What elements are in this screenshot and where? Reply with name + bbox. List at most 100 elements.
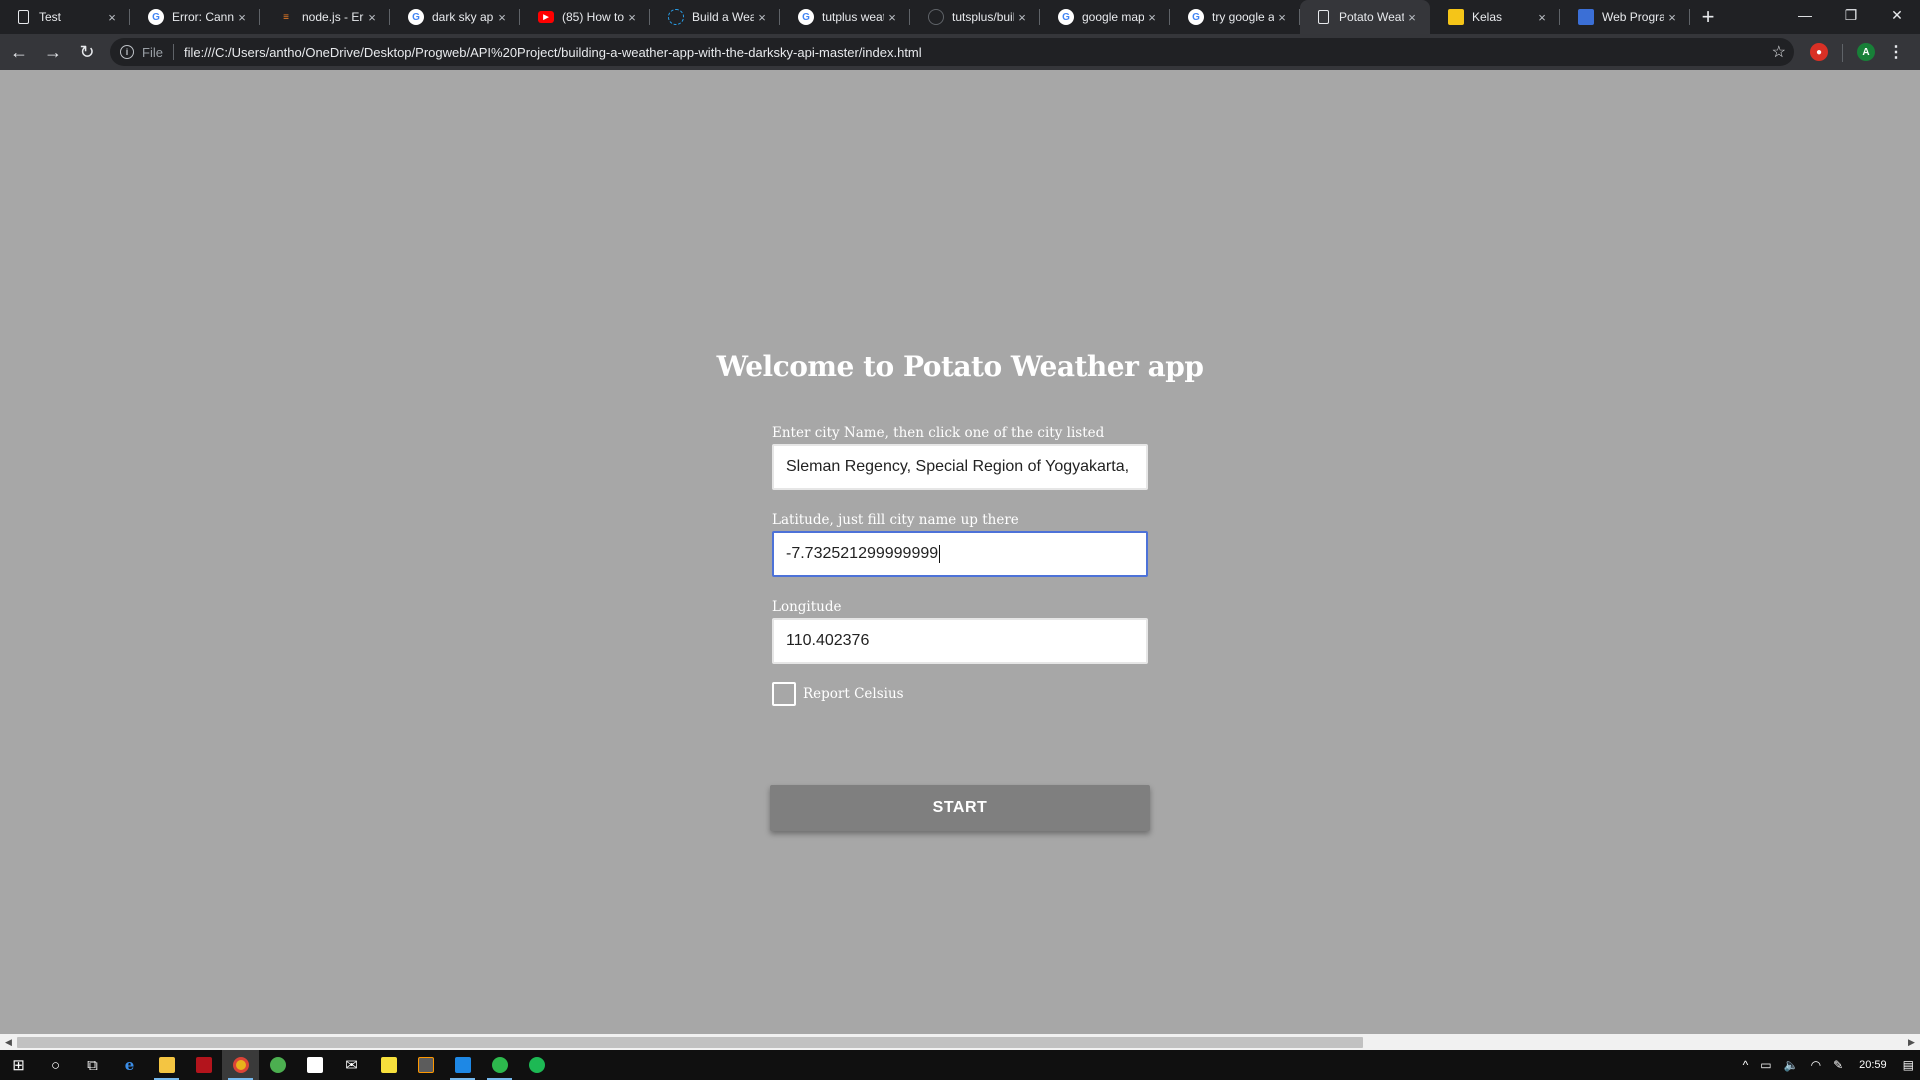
start-button[interactable]: START	[770, 785, 1150, 831]
horizontal-scrollbar[interactable]: ◀ ▶	[0, 1034, 1920, 1051]
google-icon: G	[798, 9, 814, 25]
google-icon: G	[148, 9, 164, 25]
city-label: Enter city Name, then click one of the c…	[772, 425, 1105, 441]
doc-icon	[1318, 10, 1329, 24]
task-view-icon[interactable]: ⧉	[74, 1050, 111, 1080]
tab-tutsplus-github[interactable]: tutsplus/buil ×	[910, 0, 1040, 34]
chevron-up-icon[interactable]: ^	[1737, 1058, 1755, 1072]
github-icon	[928, 9, 944, 25]
tab-error[interactable]: G Error: Canno ×	[130, 0, 260, 34]
close-tab-icon[interactable]: ×	[624, 10, 640, 25]
spotify-icon[interactable]	[518, 1050, 555, 1080]
close-tab-icon[interactable]: ×	[1404, 10, 1420, 25]
longitude-label: Longitude	[772, 599, 842, 615]
tab-youtube[interactable]: ▶ (85) How to ×	[520, 0, 650, 34]
tab-google-map[interactable]: G google map ×	[1040, 0, 1170, 34]
tab-title: (85) How to	[562, 10, 624, 24]
line-chat-icon[interactable]	[481, 1050, 518, 1080]
close-tab-icon[interactable]: ×	[1144, 10, 1160, 25]
file-explorer-icon[interactable]	[148, 1050, 185, 1080]
latitude-input-value: -7.732521299999999	[786, 545, 939, 562]
tab-web-programming[interactable]: Web Progra ×	[1560, 0, 1690, 34]
tab-potato-weather[interactable]: Potato Weat ×	[1300, 0, 1430, 34]
divider	[172, 44, 174, 60]
tab-tutplus[interactable]: G tutplus weat ×	[780, 0, 910, 34]
close-window-icon[interactable]: ✕	[1874, 0, 1920, 30]
scroll-left-icon[interactable]: ◀	[0, 1034, 17, 1051]
scrollbar-thumb[interactable]	[17, 1037, 1363, 1048]
vscode-icon[interactable]	[444, 1050, 481, 1080]
back-icon[interactable]: ←	[4, 37, 34, 67]
forward-icon[interactable]: →	[38, 37, 68, 67]
chrome-icon[interactable]	[222, 1050, 259, 1080]
tab-title: Kelas	[1472, 10, 1503, 24]
sublime-icon[interactable]	[407, 1050, 444, 1080]
wifi-icon[interactable]: ◠	[1805, 1058, 1827, 1072]
tab-title: Build a Weat	[692, 10, 754, 24]
stackoverflow-icon: ≡	[283, 11, 289, 23]
tab-title: tutplus weat	[822, 10, 884, 24]
info-icon[interactable]: i	[120, 45, 134, 59]
browser-toolbar: ← → ↻ i File file:///C:/Users/antho/OneD…	[0, 34, 1920, 70]
close-tab-icon[interactable]: ×	[104, 10, 120, 25]
url-text[interactable]: file:///C:/Users/antho/OneDrive/Desktop/…	[184, 45, 922, 60]
cortana-search-icon[interactable]: ○	[37, 1050, 74, 1080]
edge-icon[interactable]: e	[111, 1050, 148, 1080]
address-bar[interactable]: i File file:///C:/Users/antho/OneDrive/D…	[110, 38, 1794, 66]
latitude-input[interactable]: -7.732521299999999	[772, 531, 1148, 577]
tab-title: Potato Weat	[1339, 10, 1404, 24]
close-tab-icon[interactable]: ×	[234, 10, 250, 25]
tab-nodejs[interactable]: ≡ node.js - Err ×	[260, 0, 390, 34]
scheme-label: File	[142, 44, 163, 60]
sticky-notes-icon[interactable]	[370, 1050, 407, 1080]
google-icon: G	[408, 9, 424, 25]
longitude-input[interactable]: 110.402376	[772, 618, 1148, 664]
close-tab-icon[interactable]: ×	[1664, 10, 1680, 25]
volume-icon[interactable]: 🔈	[1778, 1058, 1805, 1072]
tab-try-google[interactable]: G try google a ×	[1170, 0, 1300, 34]
new-tab-button[interactable]: +	[1690, 0, 1726, 34]
restore-icon[interactable]: ❐	[1828, 0, 1874, 30]
tab-test[interactable]: Test ×	[0, 0, 130, 34]
kebab-menu-icon[interactable]: ⋮	[1888, 43, 1904, 61]
close-tab-icon[interactable]: ×	[1534, 10, 1550, 25]
reload-icon[interactable]: ↻	[72, 37, 102, 67]
close-tab-icon[interactable]: ×	[1274, 10, 1290, 25]
close-tab-icon[interactable]: ×	[754, 10, 770, 25]
celsius-label[interactable]: Report Celsius	[803, 686, 904, 702]
browser-tab-strip: Test × G Error: Canno × ≡ node.js - Err …	[0, 0, 1920, 34]
store-icon[interactable]	[296, 1050, 333, 1080]
city-input[interactable]: Sleman Regency, Special Region of Yogyak…	[772, 444, 1148, 490]
tab-title: tutsplus/buil	[952, 10, 1014, 24]
tab-title: Error: Canno	[172, 10, 234, 24]
pen-icon[interactable]: ✎	[1827, 1058, 1849, 1072]
extension-icon[interactable]: ●	[1810, 43, 1828, 61]
windows-start-icon[interactable]: ⊞	[0, 1050, 37, 1080]
minimize-icon[interactable]: —	[1782, 0, 1828, 30]
page-body: Welcome to Potato Weather app Enter city…	[0, 70, 1920, 1034]
tab-dark-sky-api[interactable]: G dark sky api ×	[390, 0, 520, 34]
celsius-checkbox[interactable]	[772, 682, 796, 706]
text-caret	[939, 545, 941, 563]
clock[interactable]: 20:59	[1849, 1059, 1897, 1071]
avatar[interactable]: A	[1857, 43, 1875, 61]
close-tab-icon[interactable]: ×	[364, 10, 380, 25]
battery-icon[interactable]: ▭	[1754, 1058, 1777, 1072]
celsius-option: Report Celsius	[772, 682, 1148, 706]
darksky-icon	[668, 9, 684, 25]
globe-icon[interactable]	[259, 1050, 296, 1080]
youtube-icon: ▶	[538, 11, 554, 23]
system-tray: ^ ▭ 🔈 ◠ ✎ 20:59 ▤	[1737, 1050, 1920, 1080]
tab-kelas[interactable]: Kelas ×	[1430, 0, 1560, 34]
mail-icon[interactable]: ✉	[333, 1050, 370, 1080]
tab-list: Test × G Error: Canno × ≡ node.js - Err …	[0, 0, 1690, 34]
bookmark-star-icon[interactable]: ☆	[1772, 42, 1786, 62]
app-red-icon[interactable]	[185, 1050, 222, 1080]
close-tab-icon[interactable]: ×	[494, 10, 510, 25]
scroll-right-icon[interactable]: ▶	[1903, 1034, 1920, 1051]
close-tab-icon[interactable]: ×	[1014, 10, 1030, 25]
notifications-icon[interactable]: ▤	[1897, 1058, 1920, 1072]
close-tab-icon[interactable]: ×	[884, 10, 900, 25]
tab-build-weather[interactable]: Build a Weat ×	[650, 0, 780, 34]
longitude-input-value: 110.402376	[786, 632, 870, 649]
